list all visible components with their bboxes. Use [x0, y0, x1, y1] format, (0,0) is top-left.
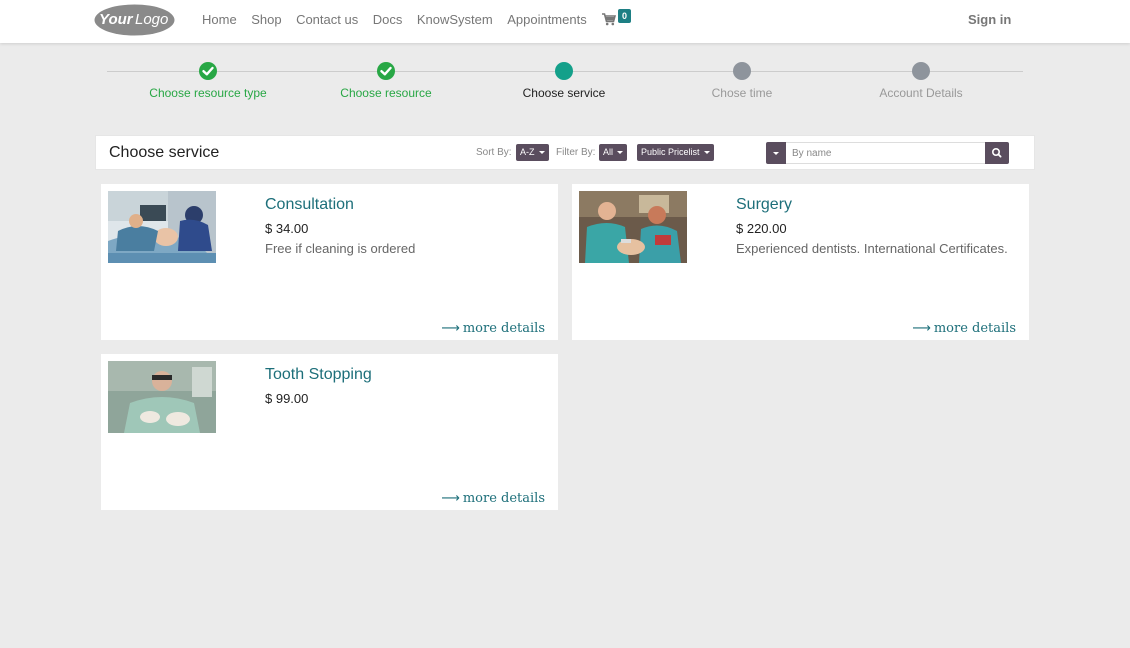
- arrow-right-icon: ⟶: [441, 491, 460, 506]
- more-details-link[interactable]: ⟶ more details: [441, 491, 545, 506]
- wizard-step-time: Chose time: [652, 62, 832, 100]
- arrow-right-icon: ⟶: [441, 321, 460, 336]
- service-description: Experienced dentists. International Cert…: [736, 241, 1008, 256]
- filter-value: All: [603, 147, 614, 157]
- wizard-step-label: Account Details: [879, 86, 963, 100]
- search-icon: [992, 148, 1002, 158]
- caret-down-icon: [538, 151, 545, 155]
- site-logo[interactable]: Your Logo: [94, 3, 175, 37]
- caret-down-icon: [703, 151, 710, 155]
- caret-down-icon: [617, 151, 624, 155]
- progress-wizard: Choose resource type Choose resource Cho…: [107, 62, 1023, 106]
- svg-text:Your: Your: [99, 11, 134, 28]
- wizard-step-resource[interactable]: Choose resource: [296, 62, 476, 100]
- dental-consultation-photo: [108, 191, 216, 263]
- service-name[interactable]: Tooth Stopping: [265, 366, 372, 384]
- service-image[interactable]: [108, 361, 216, 433]
- search-options-dropdown[interactable]: [766, 142, 786, 164]
- wizard-step-service: Choose service: [474, 62, 654, 100]
- sort-label: Sort By:: [476, 147, 512, 158]
- logo-image: Your Logo: [94, 4, 175, 36]
- services-toolbar: Choose service Sort By: A-Z Filter By: A…: [95, 135, 1035, 170]
- more-details-link[interactable]: ⟶ more details: [912, 321, 1016, 336]
- tooth-stopping-photo: [108, 361, 216, 433]
- step-todo-dot: [733, 62, 751, 80]
- nav-appointments[interactable]: Appointments: [507, 12, 587, 27]
- sort-value: A-Z: [520, 147, 535, 157]
- service-description: Free if cleaning is ordered: [265, 241, 416, 256]
- step-done-dot: [199, 62, 217, 80]
- wizard-step-account: Account Details: [831, 62, 1011, 100]
- service-price: $ 220.00: [736, 221, 787, 236]
- nav-docs[interactable]: Docs: [373, 12, 403, 27]
- service-image[interactable]: [108, 191, 216, 263]
- step-todo-dot: [912, 62, 930, 80]
- service-card-surgery: Surgery $ 220.00 Experienced dentists. I…: [572, 184, 1029, 340]
- service-name[interactable]: Surgery: [736, 196, 792, 214]
- checkmark-icon: [202, 66, 214, 76]
- nav-shop[interactable]: Shop: [251, 12, 281, 27]
- wizard-step-resource-type[interactable]: Choose resource type: [118, 62, 298, 100]
- cart-icon: [602, 13, 616, 26]
- cart-count-badge: 0: [618, 9, 631, 23]
- service-price: $ 34.00: [265, 221, 309, 236]
- main-nav: Home Shop Contact us Docs KnowSystem App…: [202, 12, 601, 27]
- more-details-label: more details: [462, 321, 545, 336]
- page-title: Choose service: [109, 144, 220, 161]
- checkmark-icon: [380, 66, 392, 76]
- filter-dropdown[interactable]: All: [599, 144, 628, 161]
- search-input[interactable]: [786, 142, 985, 164]
- wizard-step-label: Choose resource: [340, 86, 432, 100]
- service-card-consultation: Consultation $ 34.00 Free if cleaning is…: [101, 184, 558, 340]
- nav-contact-us[interactable]: Contact us: [296, 12, 358, 27]
- more-details-label: more details: [933, 321, 1016, 336]
- wizard-step-label: Chose time: [711, 86, 773, 100]
- service-image[interactable]: [579, 191, 687, 263]
- sort-dropdown[interactable]: A-Z: [516, 144, 549, 161]
- search-button[interactable]: [985, 142, 1009, 164]
- filter-label: Filter By:: [556, 147, 596, 158]
- pricelist-dropdown[interactable]: Public Pricelist: [637, 144, 714, 161]
- wizard-step-label: Choose service: [522, 86, 606, 100]
- nav-knowsystem[interactable]: KnowSystem: [417, 12, 493, 27]
- nav-home[interactable]: Home: [202, 12, 237, 27]
- dental-surgery-photo: [579, 191, 687, 263]
- site-header: Your Logo Home Shop Contact us Docs Know…: [0, 0, 1130, 43]
- arrow-right-icon: ⟶: [912, 321, 931, 336]
- cart-button[interactable]: 0: [602, 9, 634, 29]
- service-card-tooth-stopping: Tooth Stopping $ 99.00 ⟶ more details: [101, 354, 558, 510]
- service-price: $ 99.00: [265, 391, 309, 406]
- step-current-dot: [555, 62, 573, 80]
- svg-text:Logo: Logo: [135, 11, 168, 28]
- service-name[interactable]: Consultation: [265, 196, 354, 214]
- sign-in-link[interactable]: Sign in: [968, 12, 1011, 27]
- wizard-step-label: Choose resource type: [149, 86, 267, 100]
- caret-down-icon: [773, 152, 779, 155]
- more-details-label: more details: [462, 491, 545, 506]
- step-done-dot: [377, 62, 395, 80]
- more-details-link[interactable]: ⟶ more details: [441, 321, 545, 336]
- pricelist-value: Public Pricelist: [641, 147, 700, 157]
